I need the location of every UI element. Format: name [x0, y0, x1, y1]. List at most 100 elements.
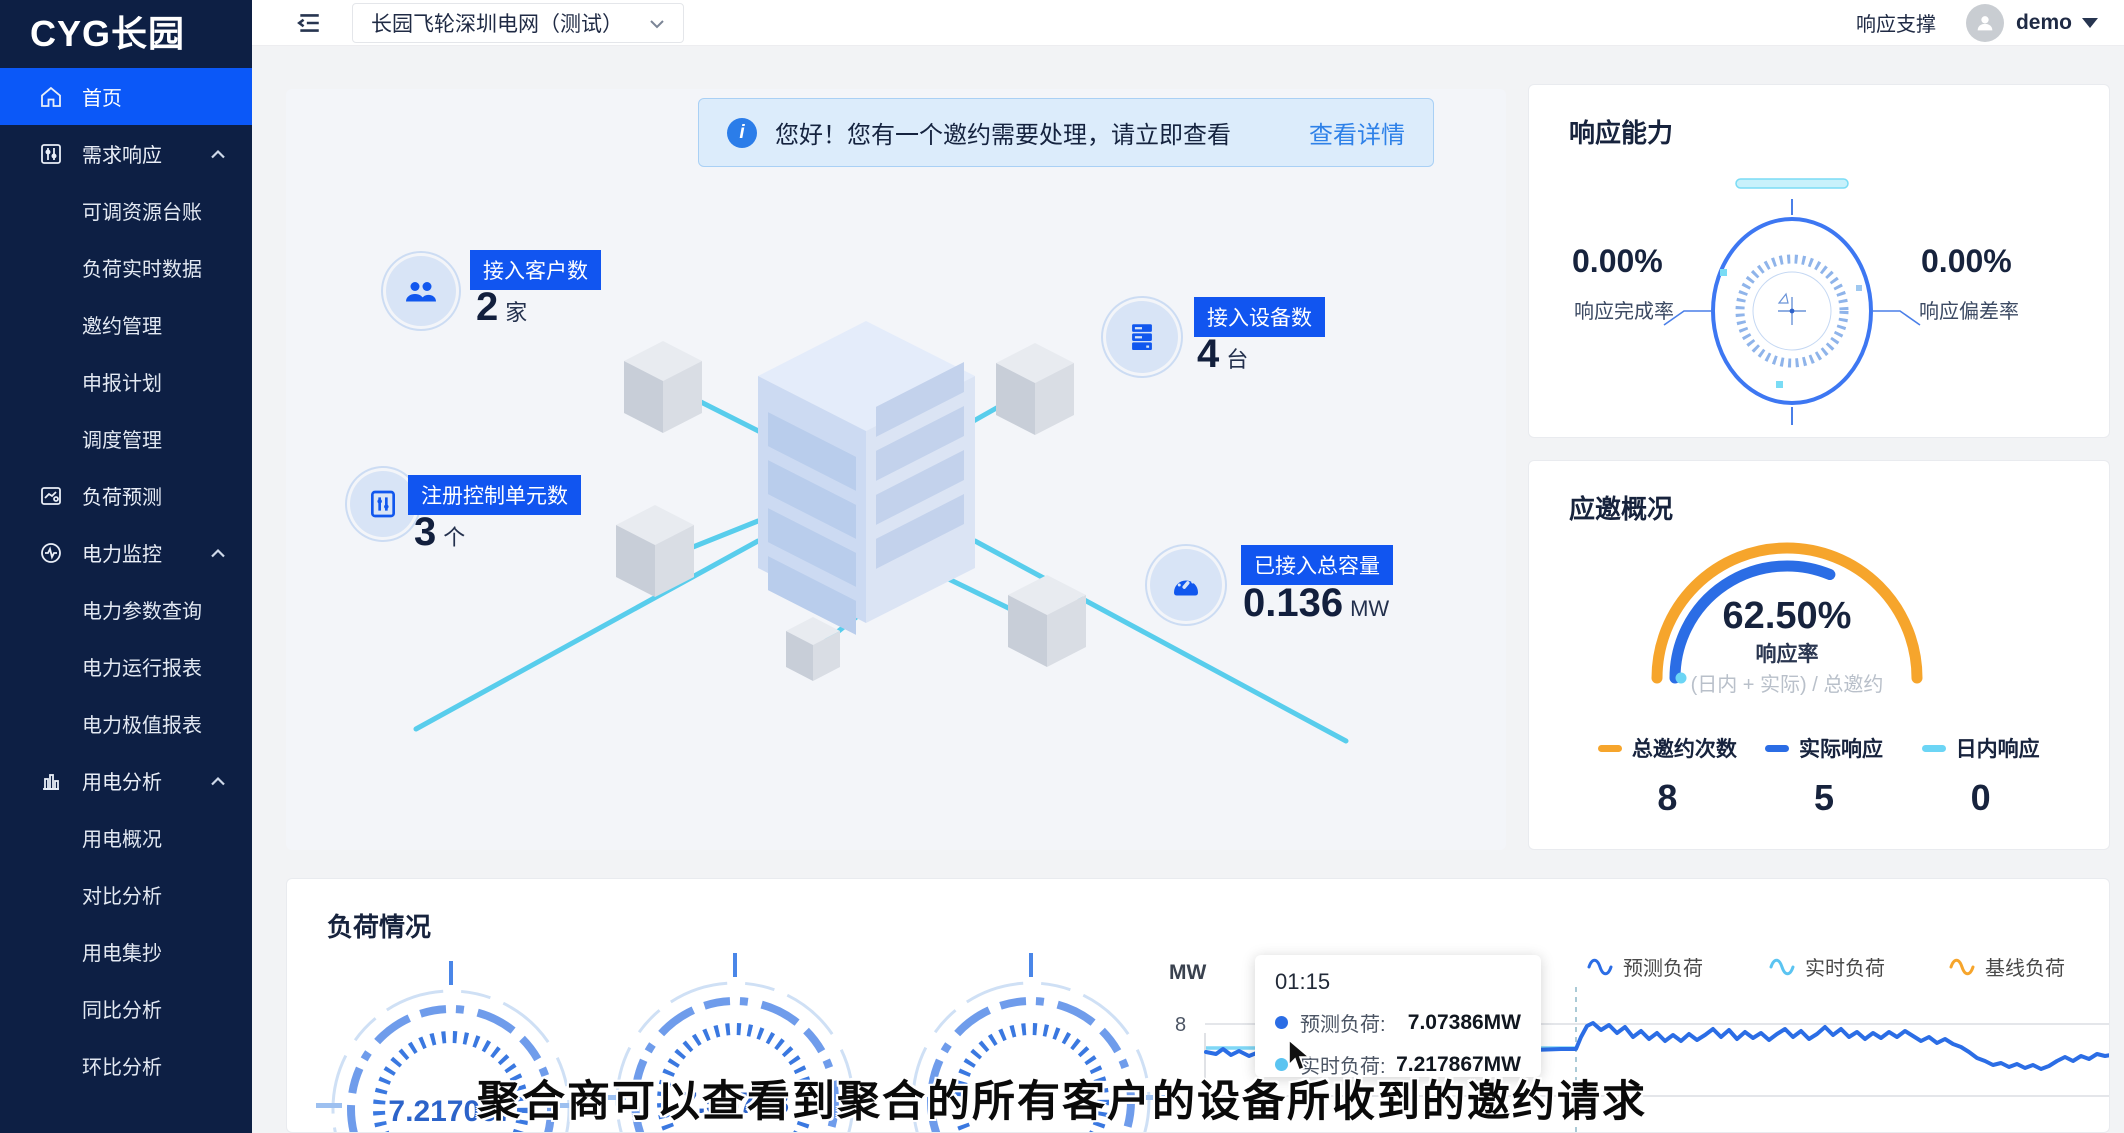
forecast-dot	[1275, 1016, 1288, 1029]
sidebar-item-label: 申报计划	[82, 367, 162, 396]
sidebar-item-yoy-analysis[interactable]: 同比分析	[0, 980, 252, 1037]
sidebar-item-label: 电力参数查询	[82, 595, 202, 624]
sidebar-item-power-usage-overview[interactable]: 用电概况	[0, 809, 252, 866]
chart-y-axis-label: MW	[1169, 961, 1206, 984]
sidebar-item-power-analysis[interactable]: 用电分析	[0, 752, 252, 809]
legend-col-actual: 实际响应 5	[1746, 733, 1903, 819]
sidebar-item-comparison-analysis[interactable]: 对比分析	[0, 866, 252, 923]
invitation-gauge: 62.50% 响应率 (日内 + 实际) / 总邀约	[1637, 523, 1937, 695]
sidebar-item-label: 用电集抄	[82, 937, 162, 966]
response-capacity-card: 响应能力 0.00% 响应完成率 0.00% 响应偏差率	[1528, 84, 2110, 438]
stat-value: 4	[1197, 332, 1219, 376]
stat-label-chip: 已接入总容量	[1241, 545, 1393, 585]
sidebar-item-label: 邀约管理	[82, 310, 162, 339]
sidebar-item-label: 需求响应	[82, 139, 162, 168]
card-title: 响应能力	[1569, 113, 1673, 150]
user-menu-caret-icon[interactable]	[2082, 18, 2098, 28]
entity-selector[interactable]: 长园飞轮深圳电网（测试）	[352, 3, 684, 43]
sidebar-item-realtime-load-data[interactable]: 负荷实时数据	[0, 239, 252, 296]
banner-text: 您好！您有一个邀约需要处理，请立即查看	[775, 115, 1231, 150]
legend-value: 5	[1814, 777, 1834, 819]
stat-label-chip: 接入设备数	[1194, 297, 1325, 337]
invitation-legend: 总邀约次数 8 实际响应 5 日内响应 0	[1589, 733, 2059, 819]
sidebar-item-label: 负荷实时数据	[82, 253, 202, 282]
stat-unit: 台	[1226, 347, 1248, 372]
sidebar-item-power-operation-report[interactable]: 电力运行报表	[0, 638, 252, 695]
control-unit-icon	[350, 471, 416, 537]
chevron-up-icon	[210, 769, 226, 792]
sidebar-item-label: 电力极值报表	[82, 709, 202, 738]
sidebar-item-label: 首页	[82, 82, 122, 111]
devices-icon	[1106, 301, 1178, 373]
entity-name: 长园飞轮深圳电网（测试）	[371, 8, 623, 38]
stat-unit: 个	[443, 525, 465, 550]
deviation-rate-value: 0.00%	[1921, 243, 2012, 280]
collapse-menu-icon[interactable]	[296, 10, 322, 36]
topbar-right: 响应支撑 demo	[1856, 4, 2098, 42]
legend-swatch-orange	[1598, 745, 1622, 752]
legend-value: 0	[1971, 777, 1991, 819]
tooltip-time: 01:15	[1275, 969, 1521, 995]
legend-baseline-label: 基线负荷	[1985, 957, 2065, 980]
response-rate-formula: (日内 + 实际) / 总邀约	[1691, 673, 1884, 695]
legend-forecast-label: 预测负荷	[1623, 957, 1703, 980]
stat-unit: 家	[505, 300, 527, 325]
deviation-rate-label: 响应偏差率	[1919, 295, 2019, 324]
legend-label: 日内响应	[1956, 733, 2040, 763]
chevron-up-icon	[210, 541, 226, 564]
chart-legend: 预测负荷 实时负荷 基线负荷	[1589, 957, 2065, 980]
sidebar-item-adjustable-resources[interactable]: 可调资源台账	[0, 182, 252, 239]
legend-swatch-blue	[1765, 745, 1789, 752]
card-title: 负荷情况	[327, 907, 431, 944]
username[interactable]: demo	[2016, 11, 2072, 35]
completion-rate-value: 0.00%	[1572, 243, 1663, 280]
customers-icon	[386, 256, 456, 326]
user-avatar[interactable]	[1966, 4, 2004, 42]
view-details-link[interactable]: 查看详情	[1309, 115, 1405, 150]
legend-col-total: 总邀约次数 8	[1589, 733, 1746, 819]
sidebar-item-declaration-plan[interactable]: 申报计划	[0, 353, 252, 410]
sidebar-item-label: 电力运行报表	[82, 652, 202, 681]
legend-label: 实际响应	[1799, 733, 1883, 763]
app-logo: CYG长园	[0, 0, 252, 62]
completion-rate-label: 响应完成率	[1574, 295, 1674, 324]
info-icon: i	[727, 118, 757, 148]
forecast-chart-icon	[38, 483, 64, 509]
response-support-link[interactable]: 响应支撑	[1856, 8, 1936, 37]
stat-label-chip: 注册控制单元数	[408, 475, 581, 515]
response-rate-label: 响应率	[1756, 642, 1819, 666]
sidebar-item-demand-response[interactable]: 需求响应	[0, 125, 252, 182]
chevron-down-icon	[649, 11, 665, 35]
sidebar-item-label: 对比分析	[82, 880, 162, 909]
sidebar-item-label: 用电分析	[82, 766, 162, 795]
pulse-monitor-icon	[38, 540, 64, 566]
video-subtitle: 聚合商可以查看到聚合的所有客户的设备所收到的邀约请求	[0, 1067, 2124, 1129]
stat-value: 0.136	[1243, 581, 1343, 625]
chart-y-tick: 8	[1175, 1014, 1186, 1036]
sliders-icon	[38, 141, 64, 167]
sidebar-item-dispatch-management[interactable]: 调度管理	[0, 410, 252, 467]
sidebar-item-home[interactable]: 首页	[0, 68, 252, 125]
radar-gauge	[1660, 173, 1924, 441]
bar-chart-icon	[38, 768, 64, 794]
sidebar-item-power-monitoring[interactable]: 电力监控	[0, 524, 252, 581]
home-icon	[38, 84, 64, 110]
sidebar-item-load-forecast[interactable]: 负荷预测	[0, 467, 252, 524]
sidebar-item-label: 用电概况	[82, 823, 162, 852]
sidebar-menu: 首页 需求响应 可调资源台账 负荷实时数据 邀约管理 申报计划 调度管理 负荷预…	[0, 68, 252, 1094]
sidebar-item-power-extreme-report[interactable]: 电力极值报表	[0, 695, 252, 752]
tooltip-row-forecast: 预测负荷: 7.07386MW	[1275, 1008, 1521, 1037]
dashboard-root: CYG长园 首页 需求响应 可调资源台账 负荷实时数据 邀约管理 申报计划 调度…	[0, 0, 2124, 1133]
tooltip-label: 预测负荷:	[1300, 1008, 1386, 1037]
sidebar-item-meter-reading[interactable]: 用电集抄	[0, 923, 252, 980]
sidebar-item-power-parameter-query[interactable]: 电力参数查询	[0, 581, 252, 638]
sidebar-item-invitation-management[interactable]: 邀约管理	[0, 296, 252, 353]
stat-value: 2	[476, 285, 498, 329]
sidebar-item-label: 负荷预测	[82, 481, 162, 510]
legend-value: 8	[1657, 777, 1677, 819]
sidebar-item-label: 电力监控	[82, 538, 162, 567]
sidebar-item-label: 可调资源台账	[82, 196, 202, 225]
overview-panel: i 您好！您有一个邀约需要处理，请立即查看 查看详情	[286, 89, 1506, 850]
stat-unit: MW	[1350, 596, 1389, 621]
sidebar-item-label: 同比分析	[82, 994, 162, 1023]
